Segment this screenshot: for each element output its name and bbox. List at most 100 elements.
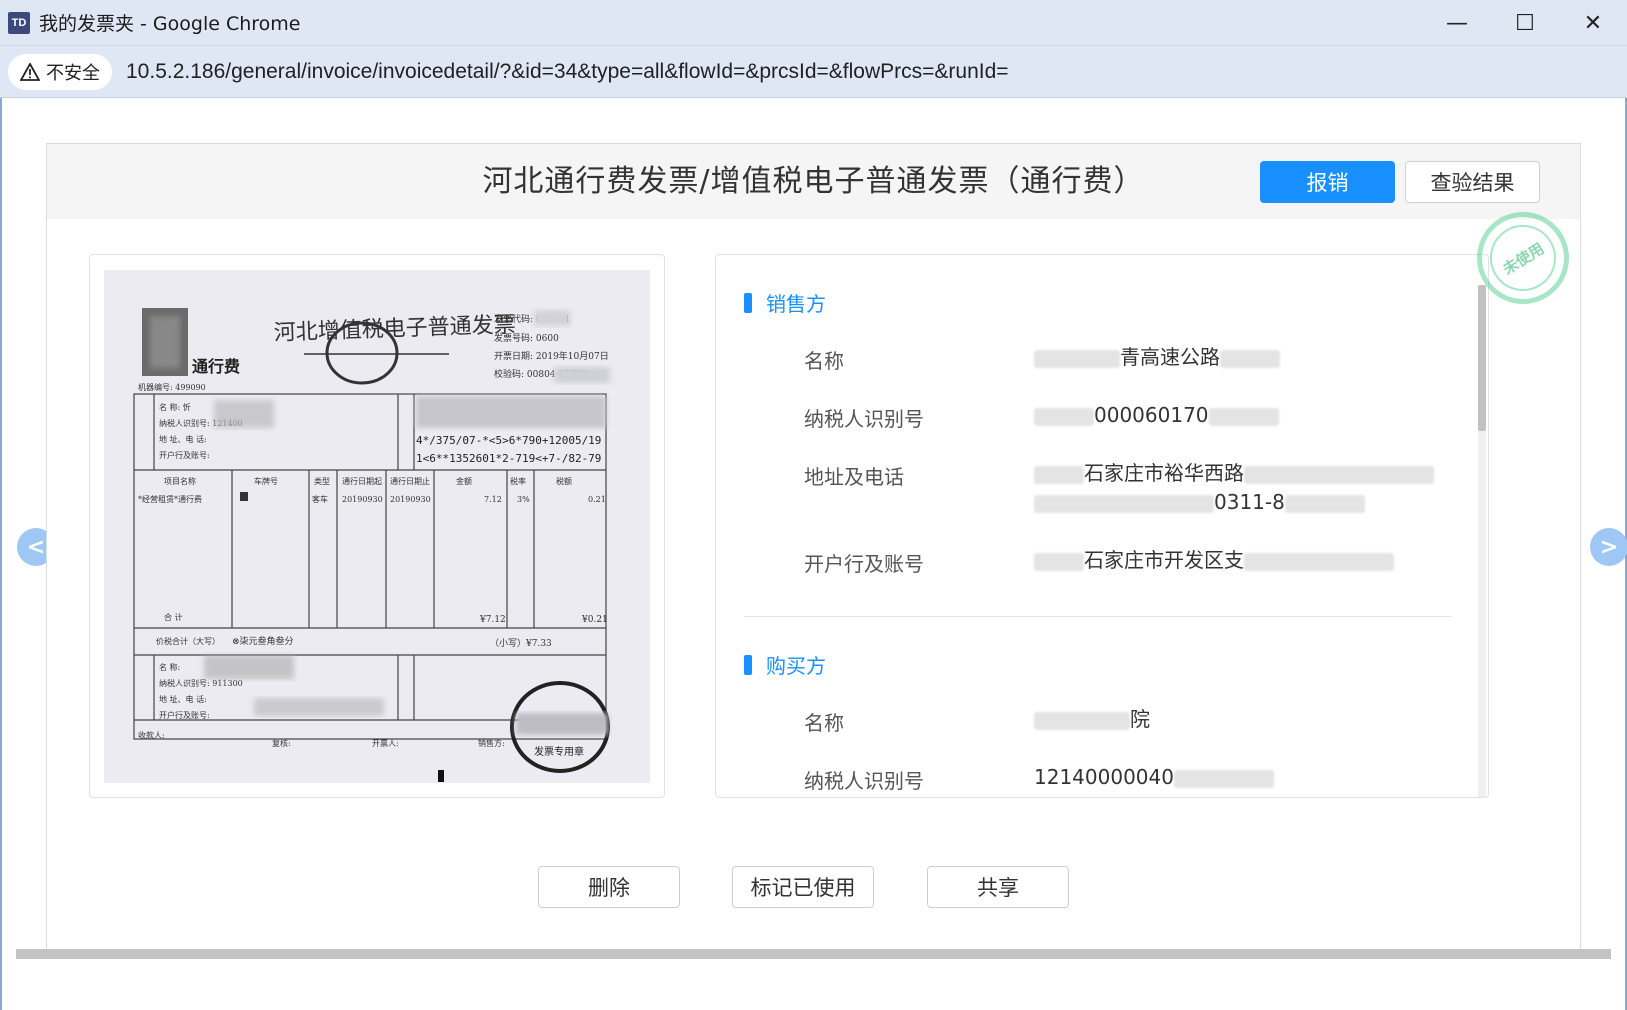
invoice-detail-dialog: 河北通行费发票/增值税电子普通发票（通行费） 报销 查验结果 通行费 河北增值税… (46, 143, 1587, 951)
item-end: 20190930 (390, 495, 431, 504)
redaction (1220, 349, 1280, 368)
seller-name-value: 青高速公路 (1120, 345, 1220, 369)
total-amount: ¥7.12 (479, 615, 506, 625)
invoice-photo-drawing: 通行费 河北增值税电子普通发票 发票代码: 013001 发票号码: 0600 … (104, 270, 650, 783)
chevron-right-icon: > (1599, 534, 1619, 560)
unused-stamp-text: 未使用 (1477, 212, 1569, 304)
buyer-tax-label: 纳税人识别号 (804, 769, 924, 793)
redaction (1208, 407, 1279, 426)
invoice-detail-panel: 销售方 名称 青高速公路 纳税人识别号 000060170 地址及电话 石家庄市… (715, 254, 1489, 798)
col-end: 通行日期止 (390, 476, 430, 486)
seller-bank-label: 开户行及账号 (804, 552, 924, 576)
redaction (1284, 494, 1365, 513)
buyer-section-header: 购买方 (744, 650, 826, 679)
col-amount: 金额 (456, 476, 472, 486)
seller-section-title: 销售方 (766, 292, 826, 316)
buyer-name-label: 名称 (804, 711, 844, 735)
next-invoice-button[interactable]: > (1590, 528, 1627, 566)
url-text[interactable]: 10.5.2.186/general/invoice/invoicedetail… (126, 60, 1009, 84)
buyer-tax-value: 12140000040 (1034, 765, 1174, 789)
seller-bank-line: 开户行及账号: (159, 710, 210, 720)
security-label: 不安全 (46, 62, 100, 84)
detail-scrollbar[interactable] (1478, 285, 1486, 797)
col-item: 项目名称 (164, 476, 196, 486)
payee-label: 收款人: (138, 730, 165, 740)
drawer-label: 开票人: (372, 739, 399, 748)
verify-result-button[interactable]: 查验结果 (1405, 161, 1540, 203)
cipher-line-1: 4*/375/07-*<5>6*790+12005/19 (416, 434, 601, 447)
invoice-number: 发票号码: 0600 (494, 332, 559, 344)
redaction (1244, 552, 1394, 571)
seller-section-header: 销售方 (744, 288, 826, 317)
seller-bank-value: 石家庄市开发区支 (1084, 548, 1244, 572)
chevron-left-icon: < (26, 534, 46, 560)
buyer-name-line: 名 称: 忻 (159, 402, 191, 412)
invoice-photo[interactable]: 通行费 河北增值税电子普通发票 发票代码: 013001 发票号码: 0600 … (104, 270, 650, 783)
app-icon: TD (8, 11, 30, 34)
sum-upper: ⊗柒元叁角叁分 (232, 635, 294, 647)
redaction (1173, 769, 1274, 788)
seller-name-label: 名称 (804, 349, 844, 373)
buyer-tax-row: 12140000040 (1034, 763, 1454, 792)
sum-label: 价税合计（大写） (156, 636, 220, 646)
minimize-button[interactable]: — (1423, 0, 1491, 46)
buyer-name-row: 院 (1034, 705, 1454, 734)
invoice-date: 开票日期: 2019年10月07日 (494, 350, 609, 362)
reviewer-label: 复核: (272, 738, 291, 748)
reimburse-button[interactable]: 报销 (1260, 161, 1395, 203)
buyer-addr-line: 地 址、电 话: (159, 434, 207, 444)
sum-small: （小写）¥7.33 (490, 638, 552, 649)
sales-label: 销售方: (478, 738, 505, 748)
col-rate: 税率 (510, 476, 526, 486)
seller-tax-line: 纳税人识别号: 911300 (159, 678, 243, 688)
redaction (1244, 465, 1434, 484)
seller-name-row: 青高速公路 (1034, 343, 1454, 372)
redaction (1034, 349, 1120, 368)
cipher-line-2: 1<6**1352601*2-719<+7-/82-79 (416, 452, 601, 465)
seller-addr-label: 地址及电话 (804, 465, 904, 489)
redaction (1034, 407, 1094, 426)
redaction (1034, 494, 1214, 513)
seller-tax-row: 000060170 (1034, 401, 1454, 430)
col-tax: 税额 (556, 476, 572, 486)
seller-addr-value-1: 石家庄市裕华西路 (1084, 461, 1244, 485)
close-button[interactable]: ✕ (1559, 0, 1627, 46)
item-tax: 0.21 (588, 495, 606, 504)
section-marker (744, 292, 752, 313)
seller-tax-value: 000060170 (1094, 403, 1209, 427)
address-bar: 不安全 10.5.2.186/general/invoice/invoicede… (0, 46, 1627, 98)
machine-number: 机器编号: 499090 (138, 382, 206, 392)
item-name: *经营租赁*通行费 (138, 494, 202, 504)
section-divider (744, 616, 1452, 617)
buyer-bank-line: 开户行及账号: (159, 450, 210, 460)
invoice-image-panel: 通行费 河北增值税电子普通发票 发票代码: 013001 发票号码: 0600 … (89, 254, 665, 798)
seller-name-line: 名 称: (159, 662, 180, 672)
window-controls: — ☐ ✕ (1423, 0, 1627, 46)
window-title: 我的发票夹 - Google Chrome (39, 13, 301, 35)
col-type: 类型 (314, 476, 330, 486)
window-titlebar: TD 我的发票夹 - Google Chrome — ☐ ✕ (0, 0, 1627, 46)
seller-tax-label: 纳税人识别号 (804, 407, 924, 431)
redaction (1034, 711, 1130, 730)
section-marker (744, 654, 752, 675)
seller-addr-value-2: 0311-8 (1214, 490, 1285, 514)
dialog-header: 河北通行费发票/增值税电子普通发票（通行费） 报销 查验结果 (47, 144, 1580, 219)
security-indicator[interactable]: 不安全 (8, 53, 112, 90)
page-content: < > 河北通行费发票/增值税电子普通发票（通行费） 报销 查验结果 通行费 河… (0, 98, 1627, 1010)
maximize-button[interactable]: ☐ (1491, 0, 1559, 46)
buyer-section-title: 购买方 (766, 654, 826, 678)
col-start: 通行日期起 (342, 476, 382, 486)
seller-bank-row: 石家庄市开发区支 (1034, 546, 1454, 575)
invoice-subtitle: 通行费 (192, 357, 240, 376)
window-left-border (0, 98, 2, 1010)
col-plate: 车牌号 (254, 476, 278, 486)
horizontal-scrollbar[interactable] (16, 949, 1611, 959)
share-button[interactable]: 共享 (927, 866, 1069, 908)
redaction (1034, 465, 1084, 484)
seller-addr-line: 地 址、电 话: (159, 694, 207, 704)
detail-scroll-thumb[interactable] (1478, 285, 1486, 431)
total-tax: ¥0.21 (581, 615, 608, 625)
delete-button[interactable]: 删除 (538, 866, 680, 908)
item-start: 20190930 (342, 495, 383, 504)
mark-used-button[interactable]: 标记已使用 (732, 866, 874, 908)
